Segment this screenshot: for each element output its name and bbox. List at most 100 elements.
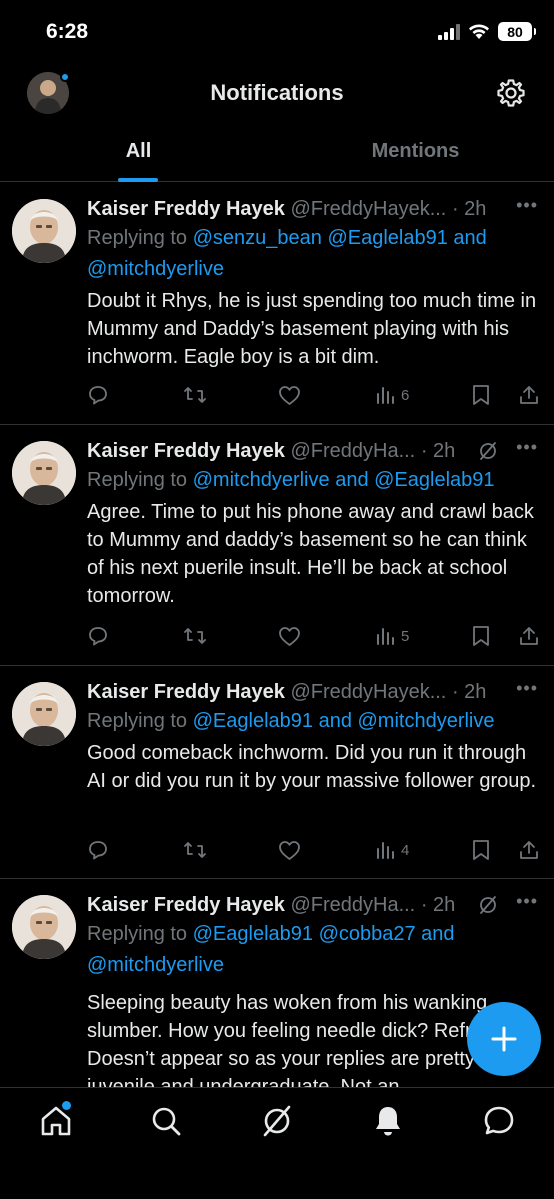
page-title: Notifications — [210, 80, 344, 105]
avatar[interactable] — [12, 199, 76, 263]
grok-icon[interactable] — [478, 441, 498, 461]
tweet-header: Kaiser Freddy Hayek @FreddyHayek... · 2h — [87, 678, 538, 706]
views-icon[interactable]: 5 — [375, 624, 409, 648]
tweet-time: · 2h — [420, 894, 456, 916]
mention-link[interactable]: @mitchdyerlive — [358, 710, 495, 732]
replying-to: Replying to @senzu_bean @Eaglelab91 and … — [87, 223, 538, 285]
tab-active-indicator — [118, 178, 158, 182]
tweet-header: Kaiser Freddy Hayek @FreddyHa... · 2h — [87, 891, 538, 919]
bookmark-icon[interactable] — [471, 383, 491, 407]
tweet-header: Kaiser Freddy Hayek @FreddyHa... · 2h — [87, 437, 538, 465]
avatar[interactable] — [12, 682, 76, 746]
views-icon[interactable]: 6 — [375, 383, 409, 407]
notifications-feed[interactable]: Kaiser Freddy Hayek @FreddyHayek... · 2h… — [0, 183, 554, 1087]
bottom-navigation — [0, 1087, 554, 1199]
author-name[interactable]: Kaiser Freddy Hayek — [87, 198, 285, 220]
tweet-body: Kaiser Freddy Hayek @FreddyHa... · 2h ••… — [87, 437, 538, 610]
more-icon[interactable]: ••• — [516, 437, 538, 458]
status-icons: 80 — [438, 22, 536, 41]
messages-icon[interactable] — [482, 1104, 516, 1138]
avatar[interactable] — [12, 441, 76, 505]
notifications-bell-icon[interactable] — [371, 1104, 405, 1138]
tweet-actions: 6 — [87, 383, 542, 407]
share-icon[interactable] — [518, 624, 540, 648]
reply-icon[interactable] — [87, 624, 109, 648]
replying-prefix: Replying to — [87, 227, 193, 249]
retweet-icon[interactable] — [183, 383, 207, 407]
views-count: 5 — [401, 627, 410, 645]
tab-mentions[interactable]: Mentions — [277, 140, 554, 163]
notification-tabs: All Mentions — [0, 124, 554, 182]
grok-icon[interactable] — [478, 895, 498, 915]
more-icon[interactable]: ••• — [516, 195, 538, 216]
replying-prefix: Replying to — [87, 469, 193, 491]
mention-and[interactable]: and — [448, 227, 486, 249]
tweet-text: Doubt it Rhys, he is just spending too m… — [87, 290, 537, 368]
search-icon[interactable] — [149, 1104, 183, 1138]
tweet-actions: 5 — [87, 624, 542, 648]
plus-icon — [491, 1026, 517, 1052]
tweet-header: Kaiser Freddy Hayek @FreddyHayek... · 2h — [87, 195, 538, 223]
author-name[interactable]: Kaiser Freddy Hayek — [87, 681, 285, 703]
retweet-icon[interactable] — [183, 624, 207, 648]
compose-button[interactable] — [467, 1002, 541, 1076]
replying-prefix: Replying to — [87, 710, 193, 732]
wifi-icon — [469, 24, 489, 39]
like-icon[interactable] — [278, 624, 301, 648]
share-icon[interactable] — [518, 383, 540, 407]
mention-and[interactable]: and — [313, 710, 357, 732]
tweet-text: Good comeback inchworm. Did you run it t… — [87, 742, 537, 792]
replying-prefix: Replying to — [87, 923, 193, 945]
tweet-time: · 2h — [420, 440, 456, 462]
views-count: 4 — [401, 841, 410, 859]
tweet-item[interactable]: Kaiser Freddy Hayek @FreddyHayek... · 2h… — [0, 183, 554, 425]
retweet-icon[interactable] — [183, 838, 207, 862]
tweet-actions: 4 — [87, 838, 542, 862]
author-name[interactable]: Kaiser Freddy Hayek — [87, 894, 285, 916]
bookmark-icon[interactable] — [471, 838, 491, 862]
mention-link[interactable]: @mitchdyerlive — [87, 258, 224, 280]
tweet-body: Kaiser Freddy Hayek @FreddyHayek... · 2h… — [87, 678, 538, 795]
mention-link[interactable]: @Eaglelab91 @cobba27 — [193, 923, 416, 945]
tweet-body: Kaiser Freddy Hayek @FreddyHayek... · 2h… — [87, 195, 538, 371]
status-time: 6:28 — [46, 20, 89, 43]
tweet-time: · 2h — [451, 198, 487, 220]
grok-icon[interactable] — [260, 1104, 294, 1138]
tweet-item[interactable]: Kaiser Freddy Hayek @FreddyHa... · 2h ••… — [0, 425, 554, 666]
mention-and[interactable]: and — [416, 923, 454, 945]
bookmark-icon[interactable] — [471, 624, 491, 648]
tweet-text: Agree. Time to put his phone away and cr… — [87, 501, 534, 607]
replying-to: Replying to @mitchdyerlive and @Eaglelab… — [87, 465, 538, 496]
author-handle[interactable]: @FreddyHa... — [290, 894, 415, 916]
status-bar: 6:28 80 — [0, 0, 554, 66]
author-name[interactable]: Kaiser Freddy Hayek — [87, 440, 285, 462]
mention-link[interactable]: @senzu_bean @Eaglelab91 — [193, 227, 448, 249]
replying-to: Replying to @Eaglelab91 and @mitchdyerli… — [87, 706, 538, 737]
mention-link[interactable]: @mitchdyerlive — [87, 954, 224, 976]
like-icon[interactable] — [278, 838, 301, 862]
share-icon[interactable] — [518, 838, 540, 862]
more-icon[interactable]: ••• — [516, 678, 538, 699]
mention-link[interactable]: @Eaglelab91 — [193, 710, 313, 732]
views-icon[interactable]: 4 — [375, 838, 409, 862]
tweet-body: Kaiser Freddy Hayek @FreddyHa... · 2h ••… — [87, 891, 538, 1087]
reply-icon[interactable] — [87, 838, 109, 862]
signal-icon — [438, 23, 460, 40]
mention-link[interactable]: @mitchdyerlive — [193, 469, 330, 491]
reply-icon[interactable] — [87, 383, 109, 407]
home-notification-dot — [62, 1101, 71, 1110]
mention-link[interactable]: @Eaglelab91 — [374, 469, 494, 491]
author-handle[interactable]: @FreddyHayek... — [290, 198, 446, 220]
views-count: 6 — [401, 386, 410, 404]
author-handle[interactable]: @FreddyHayek... — [290, 681, 446, 703]
gear-icon[interactable] — [496, 78, 526, 108]
tweet-time: · 2h — [451, 681, 487, 703]
author-handle[interactable]: @FreddyHa... — [290, 440, 415, 462]
tab-all[interactable]: All — [0, 140, 277, 163]
mention-and[interactable]: and — [330, 469, 374, 491]
more-icon[interactable]: ••• — [516, 891, 538, 912]
battery-indicator: 80 — [498, 22, 536, 41]
avatar[interactable] — [12, 895, 76, 959]
tweet-item[interactable]: Kaiser Freddy Hayek @FreddyHayek... · 2h… — [0, 666, 554, 879]
like-icon[interactable] — [278, 383, 301, 407]
